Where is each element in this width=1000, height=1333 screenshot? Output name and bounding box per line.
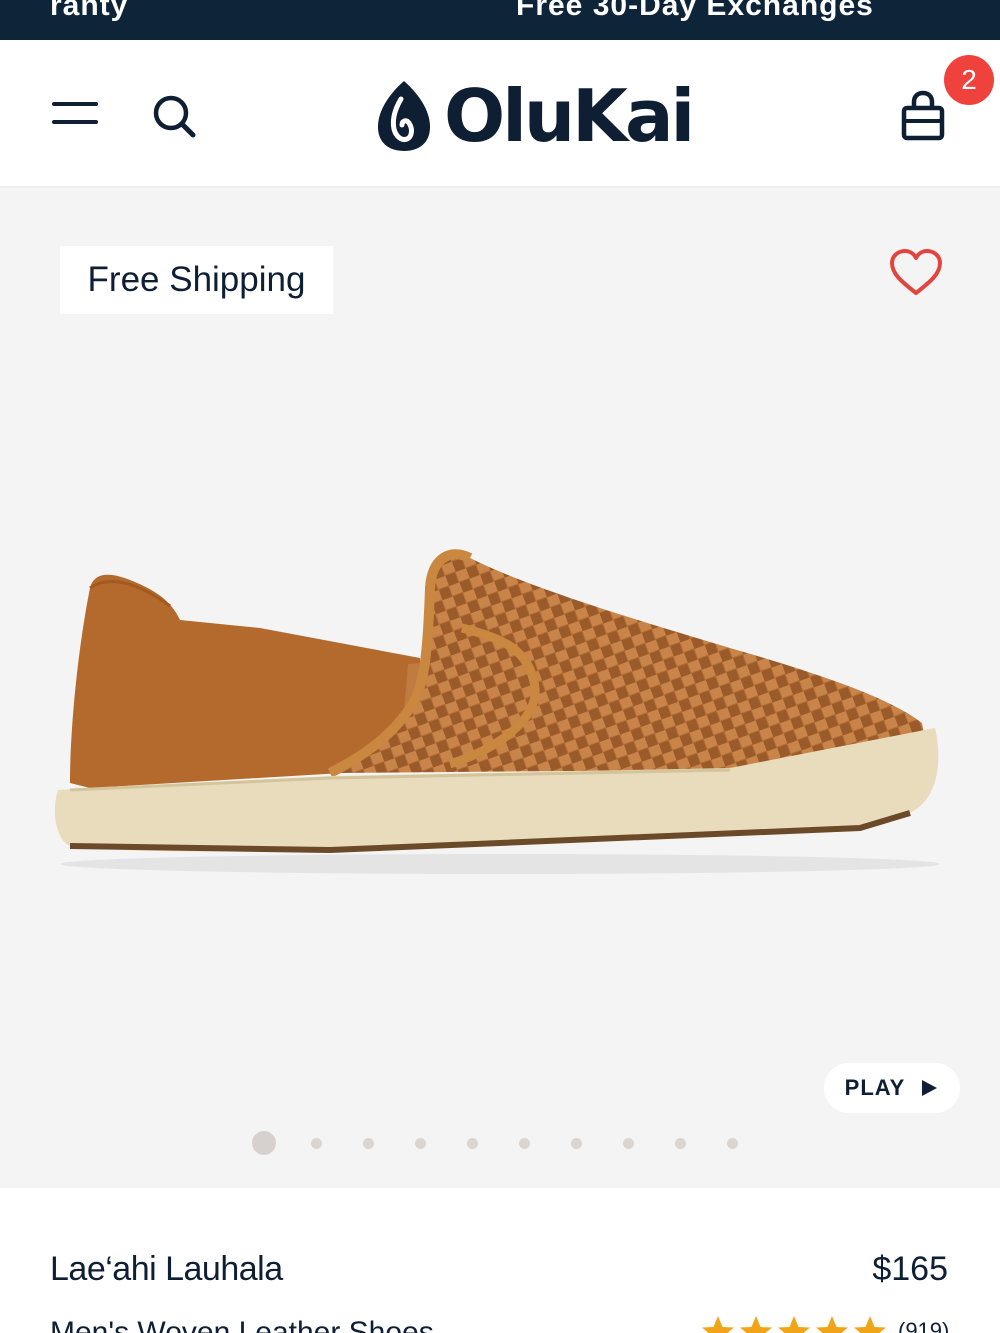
review-count[interactable]: (919) xyxy=(898,1318,949,1333)
gallery-dot-2[interactable] xyxy=(311,1137,322,1149)
product-image-shoe[interactable] xyxy=(30,528,960,908)
heart-outline-icon xyxy=(890,249,942,295)
promo-text-left: ranty xyxy=(50,0,129,22)
star-icon xyxy=(778,1316,810,1333)
star-icon xyxy=(740,1316,772,1333)
gallery-dot-8[interactable] xyxy=(623,1137,634,1149)
star-icon xyxy=(854,1316,886,1333)
free-shipping-badge: Free Shipping xyxy=(60,246,333,314)
search-button[interactable] xyxy=(150,92,198,140)
gallery-dot-10[interactable] xyxy=(727,1137,738,1149)
star-icon xyxy=(702,1316,734,1333)
cart-button[interactable] xyxy=(898,90,948,142)
promo-text-right: Free 30-Day Exchanges xyxy=(516,0,874,22)
product-title: Lae‘ahi Lauhala xyxy=(50,1250,283,1288)
search-icon xyxy=(153,95,196,138)
star-icon xyxy=(816,1316,848,1333)
gallery-dot-6[interactable] xyxy=(519,1137,530,1149)
gallery-pagination xyxy=(252,1130,779,1156)
shopping-bag-icon xyxy=(901,90,945,141)
play-video-button[interactable]: PLAY xyxy=(824,1063,960,1113)
product-info: Lae‘ahi Lauhala $165 Men's Woven Leather… xyxy=(0,1188,1000,1333)
olukai-logo[interactable]: OluKai xyxy=(376,74,695,158)
rating-stars[interactable] xyxy=(700,1314,890,1333)
site-header: OluKai 2 xyxy=(0,40,1000,188)
gallery-dot-9[interactable] xyxy=(675,1137,686,1149)
menu-button[interactable] xyxy=(50,96,100,132)
logo-wordmark: OluKai xyxy=(444,74,695,158)
gallery-dot-7[interactable] xyxy=(571,1137,582,1149)
product-subtitle: Men's Woven Leather Shoes xyxy=(50,1316,434,1333)
gallery-dot-1[interactable] xyxy=(252,1131,276,1155)
olukai-drop-logo-icon xyxy=(378,81,430,151)
favorite-button[interactable] xyxy=(888,248,944,298)
play-triangle-icon xyxy=(922,1080,938,1096)
gallery-dot-3[interactable] xyxy=(363,1137,374,1149)
product-gallery[interactable]: Free Shipping PLAY xyxy=(0,188,1000,1188)
gallery-dot-5[interactable] xyxy=(467,1137,478,1149)
gallery-dot-4[interactable] xyxy=(415,1137,426,1149)
cart-count-badge: 2 xyxy=(944,55,994,105)
product-price: $165 xyxy=(872,1250,948,1288)
play-label: PLAY xyxy=(844,1075,906,1100)
hamburger-menu-icon xyxy=(52,102,98,124)
promo-bar: ranty Free 30-Day Exchanges xyxy=(0,0,1000,40)
